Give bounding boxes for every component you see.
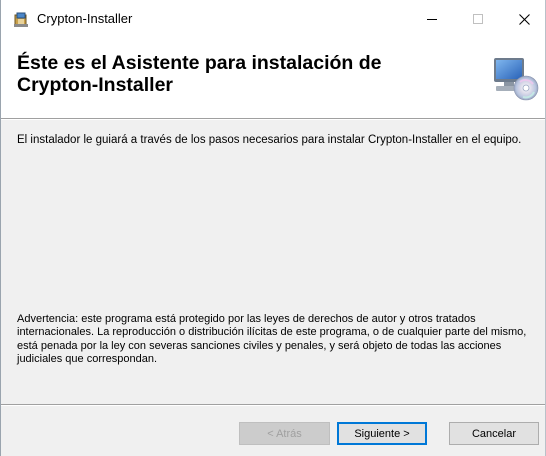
title-bar[interactable]: Crypton-Installer [1, 0, 545, 38]
wizard-title: Éste es el Asistente para instalación de… [17, 52, 382, 96]
wizard-header: Éste es el Asistente para instalación de… [1, 38, 545, 119]
maximize-button[interactable] [455, 0, 501, 38]
installer-window: Crypton-Installer Éste es el Asistente p… [0, 0, 546, 456]
minimize-button[interactable] [409, 0, 455, 38]
maximize-icon [473, 14, 483, 24]
installer-icon [14, 12, 28, 27]
wizard-content: El instalador le guiará a través de los … [1, 120, 545, 409]
close-icon [518, 13, 530, 25]
minimize-icon [427, 19, 437, 20]
back-button[interactable]: < Atrás [239, 422, 330, 445]
window-title: Crypton-Installer [37, 11, 133, 26]
computer-cd-icon [494, 58, 539, 101]
footer-divider-highlight [1, 405, 545, 406]
intro-text: El instalador le guiará a través de los … [17, 134, 522, 146]
close-button[interactable] [501, 0, 546, 38]
copyright-warning: Advertencia: este programa está protegid… [17, 313, 527, 365]
cancel-button[interactable]: Cancelar [449, 422, 539, 445]
next-button[interactable]: Siguiente > [337, 422, 427, 445]
